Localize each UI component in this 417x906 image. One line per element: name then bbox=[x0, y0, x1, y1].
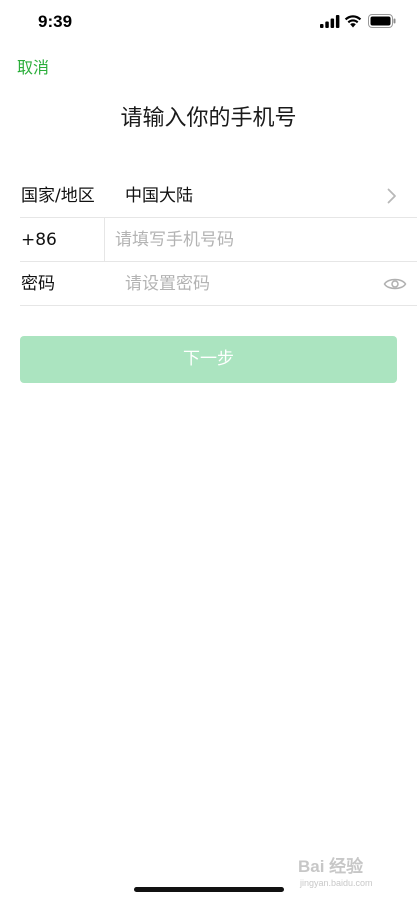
password-label: 密码 bbox=[21, 274, 55, 294]
country-region-label: 国家/地区 bbox=[21, 186, 95, 206]
status-bar: 9:39 bbox=[0, 0, 417, 46]
status-time: 9:39 bbox=[38, 12, 73, 31]
divider bbox=[20, 305, 417, 306]
cancel-button[interactable]: 取消 bbox=[17, 57, 49, 79]
wifi-icon bbox=[344, 15, 362, 28]
phone-row: +86 bbox=[20, 218, 417, 262]
eye-icon[interactable] bbox=[383, 275, 407, 293]
password-row: 密码 bbox=[20, 262, 417, 306]
chevron-right-icon bbox=[387, 188, 396, 204]
country-region-row[interactable]: 国家/地区 中国大陆 bbox=[20, 174, 417, 218]
page-title: 请输入你的手机号 bbox=[120, 106, 297, 131]
watermark: Bai 经验 jingyan.baidu.com bbox=[298, 852, 414, 894]
password-input[interactable] bbox=[125, 262, 375, 306]
phone-number-input[interactable] bbox=[115, 218, 385, 262]
country-region-value: 中国大陆 bbox=[125, 186, 193, 206]
watermark-brand: Bai 经验 bbox=[298, 857, 364, 876]
vertical-divider bbox=[104, 218, 105, 262]
battery-icon bbox=[368, 14, 396, 28]
country-code[interactable]: +86 bbox=[21, 218, 57, 262]
next-button[interactable]: 下一步 bbox=[20, 336, 397, 383]
cellular-signal-icon bbox=[320, 15, 340, 28]
home-indicator[interactable] bbox=[134, 887, 284, 892]
watermark-url: jingyan.baidu.com bbox=[300, 878, 373, 888]
